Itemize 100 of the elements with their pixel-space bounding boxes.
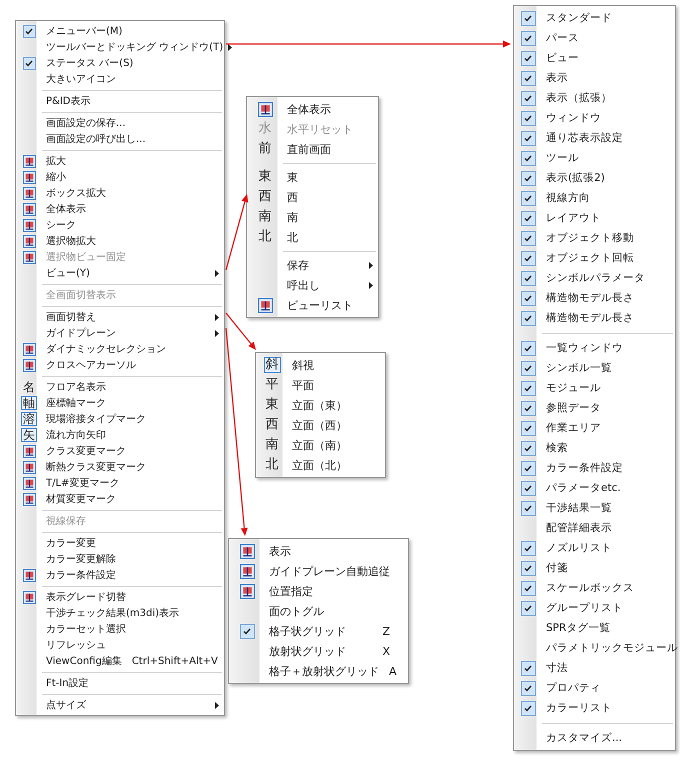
menu-item[interactable]: リフレッシュ (16, 637, 224, 653)
menu-item[interactable]: 画面設定の呼び出し... (16, 131, 224, 147)
menu-item[interactable]: 西 立面（西） (256, 415, 385, 435)
menu-item[interactable]: 材質変更マーク (16, 491, 224, 507)
check-icon (524, 114, 532, 122)
menu-item[interactable]: 北 北 (247, 227, 378, 247)
menu-item[interactable]: 付箋 (514, 558, 675, 578)
menu-item[interactable]: T/L#変更マーク (16, 475, 224, 491)
menu-item[interactable]: 位置指定 (229, 581, 408, 601)
menu-item[interactable]: 南 南 (247, 207, 378, 227)
menu-item[interactable]: 全体表示 (16, 201, 224, 217)
menu-item[interactable]: 作業エリア (514, 418, 675, 438)
glyph-icon: 北 (264, 457, 280, 473)
menu-item[interactable]: 構造物モデル長さ (514, 308, 675, 328)
menu-item[interactable]: 干渉結果一覧 (514, 498, 675, 518)
menu-item[interactable]: シーク (16, 217, 224, 233)
menu-item[interactable]: 干渉チェック結果(m3di)表示 (16, 605, 224, 621)
menu-item[interactable]: ボックス拡大 (16, 185, 224, 201)
menu-item[interactable]: ウィンドウ (514, 108, 675, 128)
menu-item[interactable]: ガイドプレーン (16, 325, 224, 341)
menu-item[interactable]: 西 西 (247, 187, 378, 207)
menu-item[interactable]: スケールボックス (514, 578, 675, 598)
menu-item[interactable]: ViewConfig編集 Ctrl+Shift+Alt+V (16, 653, 224, 669)
menu-item[interactable]: カラー変更解除 (16, 551, 224, 567)
menu-item[interactable]: 斜 斜視 (256, 355, 385, 375)
glyph-icon: 水 (256, 121, 274, 137)
menu-item[interactable]: カラー変更 (16, 535, 224, 551)
menu-item[interactable]: 東 立面（東） (256, 395, 385, 415)
menu-item[interactable]: ビュー(Y) (16, 265, 224, 281)
menu-item[interactable]: 平 平面 (256, 375, 385, 395)
menu-item[interactable]: SPRタグ一覧 (514, 618, 675, 638)
menu-item[interactable]: ビュー (514, 48, 675, 68)
menu-item[interactable]: レイアウト (514, 208, 675, 228)
menu-item[interactable]: 表示グレード切替 (16, 589, 224, 605)
menu-item[interactable]: 表示(拡張2) (514, 168, 675, 188)
menu-item[interactable]: ツールバーとドッキング ウィンドウ(T) (16, 39, 224, 55)
menu-item[interactable]: プロパティ (514, 678, 675, 698)
menu-item[interactable]: グループリスト (514, 598, 675, 618)
menu-item[interactable]: クラス変更マーク (16, 443, 224, 459)
menu-item[interactable]: カラーセット選択 (16, 621, 224, 637)
menu-item[interactable]: ステータス バー(S) (16, 55, 224, 71)
menu-item[interactable]: 点サイズ (16, 697, 224, 713)
menu-item[interactable]: 画面設定の保存... (16, 115, 224, 131)
menu-item[interactable]: 通り芯表示設定 (514, 128, 675, 148)
menu-item[interactable]: 軸 座標軸マーク (16, 395, 224, 411)
menu-item[interactable]: スタンダード (514, 8, 675, 28)
menu-item[interactable]: カスタマイズ... (514, 728, 675, 748)
menu-item[interactable]: オブジェクト移動 (514, 228, 675, 248)
menu-item[interactable]: クロスヘアカーソル (16, 357, 224, 373)
menu-item[interactable]: 表示（拡張） (514, 88, 675, 108)
menu-item[interactable]: 名 フロア名表示 (16, 379, 224, 395)
menu-item[interactable]: メニューバー(M) (16, 23, 224, 39)
menu-item[interactable]: オブジェクト回転 (514, 248, 675, 268)
menu-item[interactable]: 格子＋放射状グリッド A (229, 661, 408, 681)
menu-item[interactable]: 南 立面（南） (256, 435, 385, 455)
menu-item[interactable]: 検索 (514, 438, 675, 458)
menu-item[interactable]: 縮小 (16, 169, 224, 185)
menu-item[interactable]: 面のトグル (229, 601, 408, 621)
menu-item[interactable]: ビューリスト (247, 295, 378, 315)
menu-item[interactable]: モジュール (514, 378, 675, 398)
menu-item[interactable]: 参照データ (514, 398, 675, 418)
menu-item[interactable]: 溶 現場溶接タイプマーク (16, 411, 224, 427)
menu-item[interactable]: カラー条件設定 (16, 567, 224, 583)
menu-item[interactable]: 断熱クラス変更マーク (16, 459, 224, 475)
menu-item[interactable]: 表示 (514, 68, 675, 88)
check-icon (524, 484, 532, 492)
menu-item[interactable]: 表示 (229, 541, 408, 561)
menu-item[interactable]: パラメータetc. (514, 478, 675, 498)
menu-item[interactable]: 一覧ウィンドウ (514, 338, 675, 358)
menu-item[interactable]: 東 東 (247, 167, 378, 187)
menu-item[interactable]: 大きいアイコン (16, 71, 224, 87)
menu-item[interactable]: 矢 流れ方向矢印 (16, 427, 224, 443)
menu-item[interactable]: 画面切替え (16, 309, 224, 325)
menu-item[interactable]: 格子状グリッド Z (229, 621, 408, 641)
menu-item[interactable]: カラー条件設定 (514, 458, 675, 478)
menu-item[interactable]: 北 立面（北） (256, 455, 385, 475)
menu-item[interactable]: 全体表示 (247, 99, 378, 119)
check-icon (524, 274, 532, 282)
menu-item[interactable]: 保存 (247, 255, 378, 275)
menu-item[interactable]: Ft-In設定 (16, 675, 224, 691)
menu-item[interactable]: 視線方向 (514, 188, 675, 208)
menu-item[interactable]: 拡大 (16, 153, 224, 169)
menu-item[interactable]: 呼出し (247, 275, 378, 295)
menu-item[interactable]: ノズルリスト (514, 538, 675, 558)
menu-item[interactable]: シンボルパラメータ (514, 268, 675, 288)
menu-item[interactable]: 寸法 (514, 658, 675, 678)
menu-item[interactable]: ツール (514, 148, 675, 168)
menu-item[interactable]: カラーリスト (514, 698, 675, 718)
menu-item[interactable]: 構造物モデル長さ (514, 288, 675, 308)
menu-item[interactable]: 配管詳細表示 (514, 518, 675, 538)
menu-item[interactable]: ダイナミックセレクション (16, 341, 224, 357)
menu-item[interactable]: シンボル一覧 (514, 358, 675, 378)
menu-item[interactable]: 選択物拡大 (16, 233, 224, 249)
menu-item[interactable]: パラメトリックモジュール (514, 638, 675, 658)
menu-item[interactable]: 前 直前画面 (247, 139, 378, 159)
menu-item[interactable]: パース (514, 28, 675, 48)
check-icon (524, 74, 532, 82)
menu-item[interactable]: ガイドプレーン自動追従 (229, 561, 408, 581)
menu-item[interactable]: 放射状グリッド X (229, 641, 408, 661)
menu-item[interactable]: P&ID表示 (16, 93, 224, 109)
